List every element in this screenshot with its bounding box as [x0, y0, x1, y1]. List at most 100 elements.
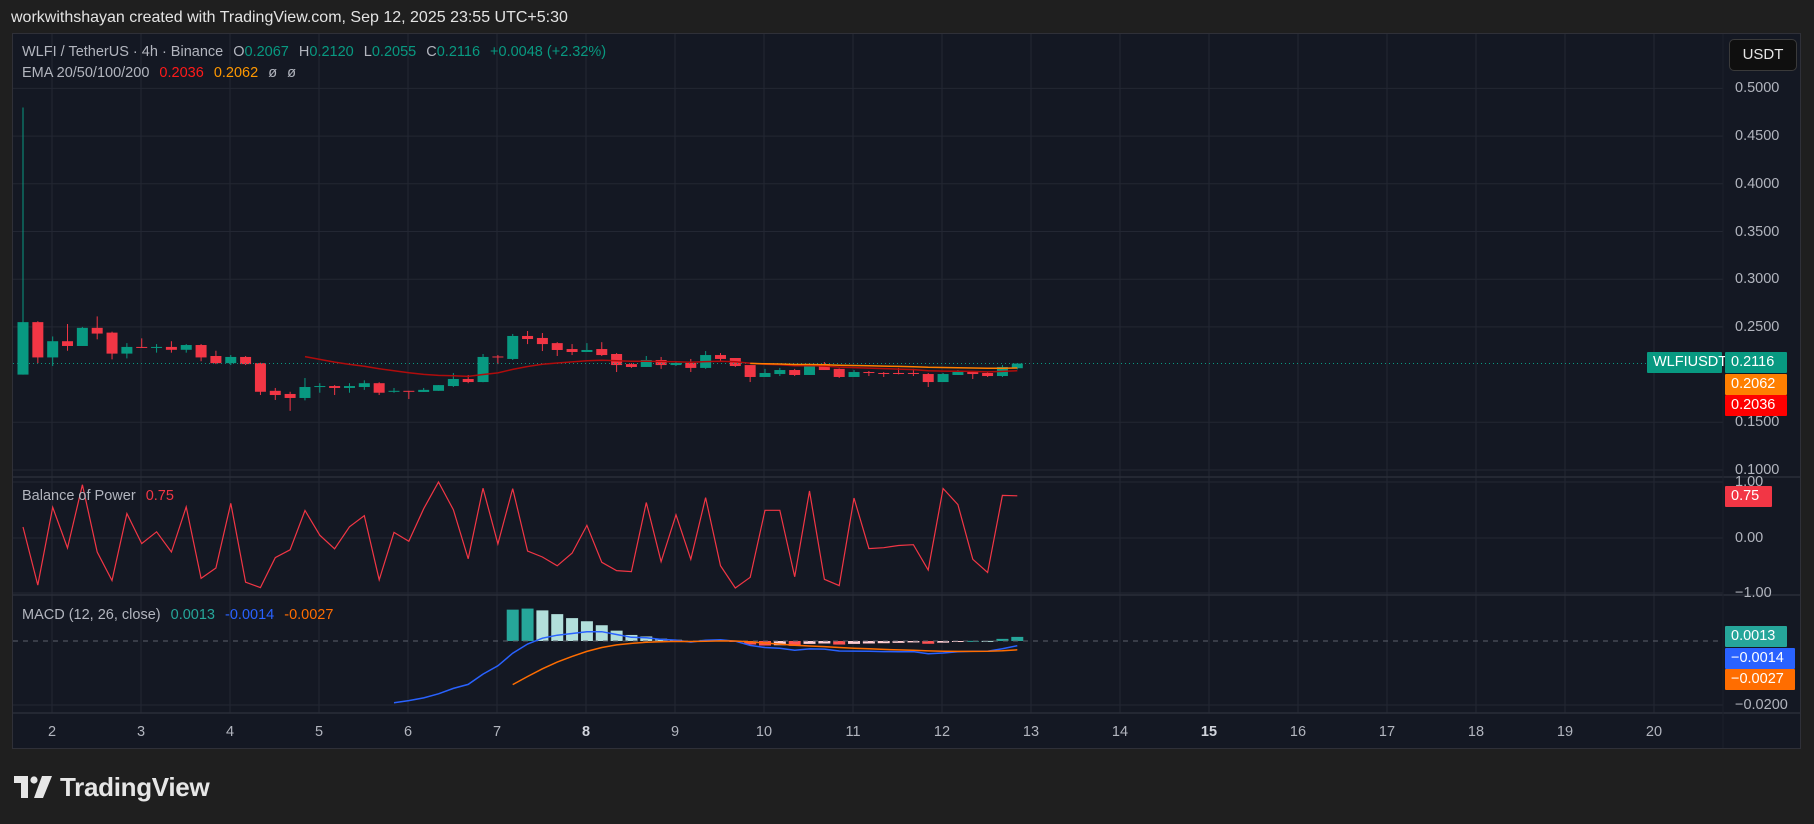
time-axis-label: 14 [1111, 724, 1129, 740]
candle [625, 363, 637, 368]
candle-body [329, 386, 341, 388]
candle [685, 358, 697, 373]
candle-body [388, 390, 400, 392]
candle [62, 324, 74, 351]
time-axis-label: 9 [670, 724, 680, 740]
candle-body [180, 345, 192, 350]
macd-histogram-bar [536, 610, 549, 641]
candle-body [804, 365, 816, 375]
ema100-value: ø [268, 65, 278, 81]
candle-body [551, 343, 563, 350]
tradingview-logo-text: TradingView [60, 771, 210, 802]
candle [714, 353, 726, 361]
price-axis-label: 0.2500 [1735, 318, 1780, 335]
candle [17, 107, 29, 375]
bop-value: 0.75 [145, 488, 174, 504]
candle-body [625, 364, 637, 367]
candle [314, 383, 326, 393]
candle [165, 341, 177, 353]
candle [418, 387, 430, 392]
low-value: 0.2055 [371, 44, 417, 60]
candle-body [685, 362, 697, 368]
macd-line-tag: −0.0014 [1725, 648, 1795, 669]
high-value: 0.2120 [309, 44, 354, 60]
candle [269, 387, 281, 400]
currency-button[interactable]: USDT [1729, 39, 1797, 71]
macd-hist-value: 0.0013 [170, 607, 215, 623]
time-axis-label: 3 [136, 724, 146, 740]
candle-body [195, 345, 207, 358]
macd-line-value: -0.0014 [225, 607, 275, 623]
candle-body [893, 372, 905, 374]
candle [774, 367, 786, 377]
candle-body [32, 322, 44, 358]
candle-body [269, 390, 281, 396]
candle-body [596, 349, 608, 356]
candle [833, 368, 845, 378]
candle [358, 380, 370, 390]
candle [566, 344, 578, 356]
macd-histogram-bar [566, 618, 579, 641]
candle-body [744, 365, 756, 377]
candle-body [447, 378, 459, 387]
candle-body [136, 346, 148, 348]
candle [433, 385, 445, 391]
chart-canvas[interactable] [0, 0, 1814, 824]
candle-body [611, 353, 623, 366]
candle [343, 383, 355, 393]
candle-body [907, 372, 919, 374]
ema-legend[interactable]: EMA 20/50/100/200 0.2036 0.2062 ø ø [22, 65, 302, 81]
candle [136, 338, 148, 348]
candle [329, 385, 341, 396]
candle-body [373, 383, 385, 393]
candle [596, 342, 608, 356]
time-axis-label: 16 [1289, 724, 1307, 740]
open-value: 0.2067 [244, 44, 289, 60]
macd-hist-tag: 0.0013 [1725, 626, 1787, 647]
candle [937, 372, 949, 383]
candle [121, 343, 133, 359]
low-label: L [363, 44, 372, 60]
open-label: O [233, 44, 245, 60]
time-axis-label: 4 [225, 724, 235, 740]
price-axis-label: 0.3500 [1735, 223, 1780, 240]
candle [254, 362, 266, 396]
candle-body [151, 346, 163, 348]
symbol-tag: WLFIUSDT [1647, 352, 1727, 373]
candle-body [299, 387, 311, 398]
bop-tag: 0.75 [1725, 486, 1772, 507]
time-axis-label: 13 [1022, 724, 1040, 740]
bop-legend[interactable]: Balance of Power 0.75 [22, 488, 180, 504]
close-value: 0.2116 [436, 44, 481, 60]
candle-body [314, 386, 326, 388]
tradingview-logo[interactable]: TradingView [14, 771, 210, 802]
macd-axis-label: −0.0200 [1735, 697, 1788, 713]
symbol-legend[interactable]: WLFI / TetherUS · 4h · Binance O0.2067 H… [22, 44, 612, 60]
candle-body [566, 349, 578, 352]
candle [982, 372, 994, 377]
candle-body [848, 372, 860, 377]
ema-label: EMA 20/50/100/200 [22, 65, 150, 81]
time-axis-label: 19 [1556, 724, 1574, 740]
candle-body [254, 363, 266, 392]
candle [180, 344, 192, 353]
macd-legend[interactable]: MACD (12, 26, close) 0.0013 -0.0014 -0.0… [22, 607, 339, 623]
candle-body [789, 370, 801, 375]
candle-body [462, 378, 474, 383]
candle-body [774, 370, 786, 375]
candle [225, 355, 237, 366]
candle [848, 370, 860, 377]
candle [744, 365, 756, 383]
candle [789, 368, 801, 377]
candle-body [76, 327, 88, 346]
candle [863, 370, 875, 377]
time-axis-label: 8 [581, 724, 591, 740]
candle-body [536, 337, 548, 345]
close-label: C [426, 44, 437, 60]
time-axis-label: 6 [403, 724, 413, 740]
time-axis-label: 5 [314, 724, 324, 740]
time-axis-label: 17 [1378, 724, 1396, 740]
candle [32, 321, 44, 364]
bop-axis-label: 0.00 [1735, 530, 1764, 546]
candle-body [358, 383, 370, 388]
